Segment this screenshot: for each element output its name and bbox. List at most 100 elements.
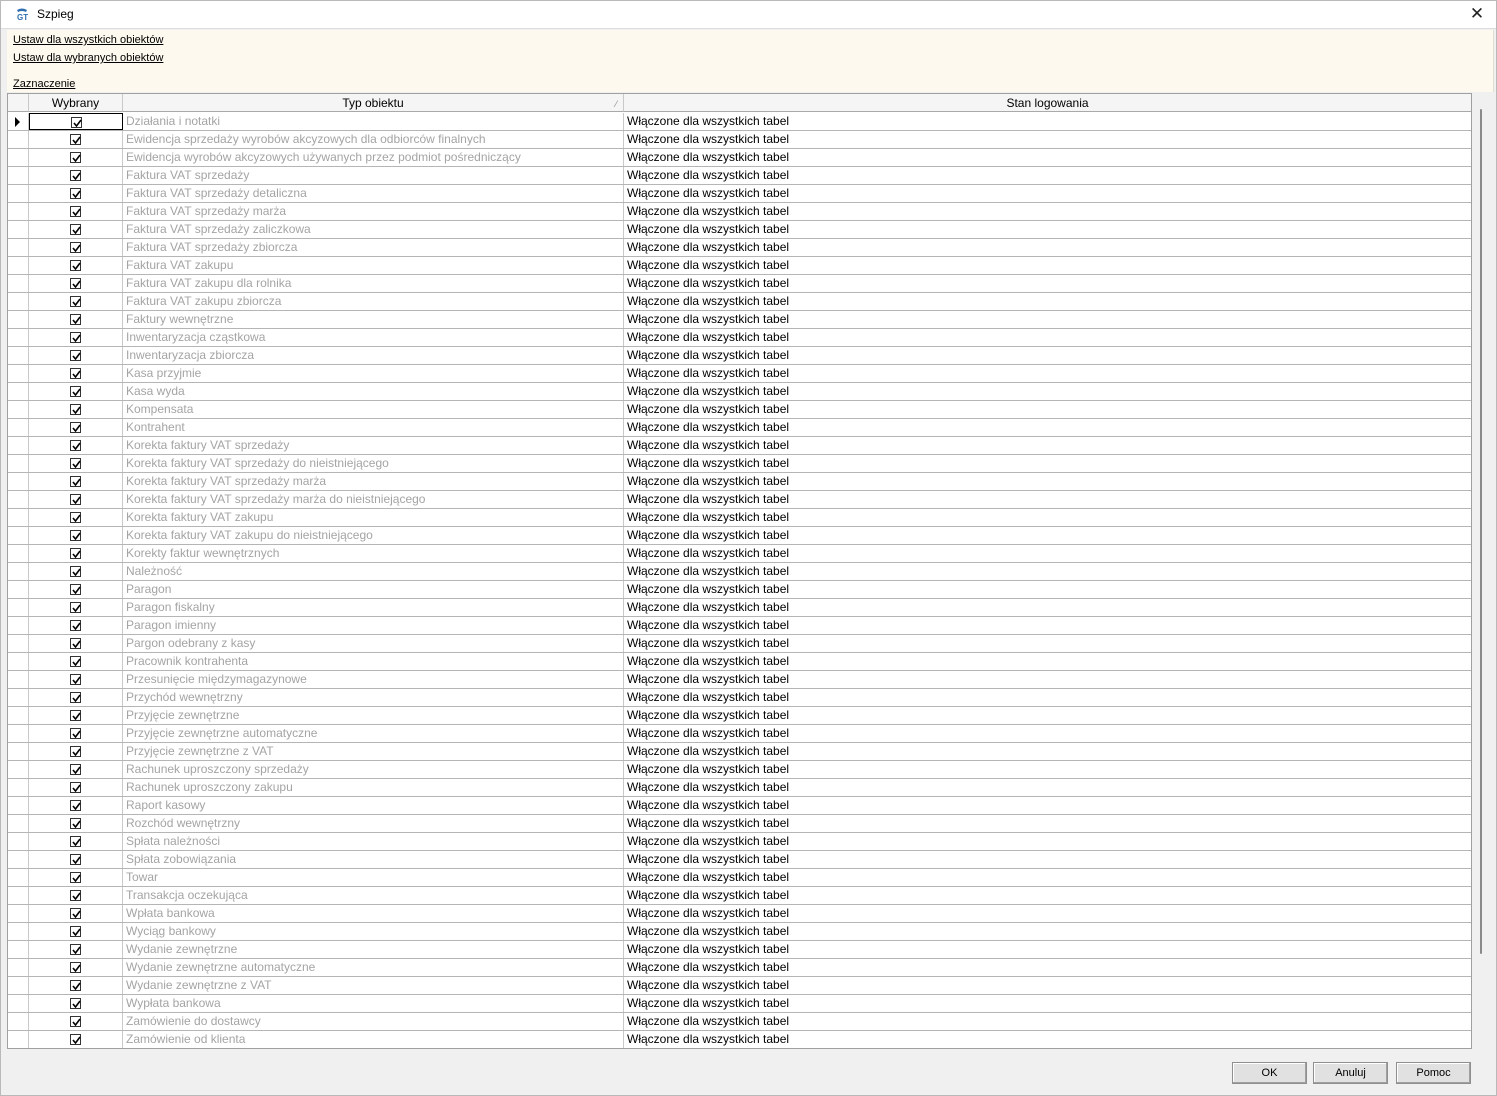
logging-status-cell[interactable]: Włączone dla wszystkich tabel xyxy=(624,473,1471,490)
selected-checkbox[interactable] xyxy=(70,746,81,757)
selected-checkbox[interactable] xyxy=(70,674,81,685)
selected-checkbox[interactable] xyxy=(70,350,81,361)
row-indicator[interactable] xyxy=(8,635,29,652)
table-row[interactable]: Rozchód wewnętrzny Włączone dla wszystkic… xyxy=(8,815,1471,833)
table-row[interactable]: Korekty faktur wewnętrznych Włączone dla … xyxy=(8,545,1471,563)
logging-status-cell[interactable]: Włączone dla wszystkich tabel xyxy=(624,689,1471,706)
logging-status-cell[interactable]: Włączone dla wszystkich tabel xyxy=(624,941,1471,958)
row-indicator[interactable] xyxy=(8,905,29,922)
logging-status-cell[interactable]: Włączone dla wszystkich tabel xyxy=(624,959,1471,976)
object-type-cell[interactable]: Faktura VAT sprzedaży xyxy=(123,167,624,184)
table-row[interactable]: Wypłata bankowa Włączone dla wszystkich t… xyxy=(8,995,1471,1013)
object-type-cell[interactable]: Przesunięcie międzymagazynowe xyxy=(123,671,624,688)
object-type-cell[interactable]: Korekta faktury VAT sprzedaży marża do n… xyxy=(123,491,624,508)
table-row[interactable]: Spłata należności Włączone dla wszystkich… xyxy=(8,833,1471,851)
row-indicator[interactable] xyxy=(8,653,29,670)
table-row[interactable]: Zamówienie od klienta Włączone dla wszyst… xyxy=(8,1031,1471,1048)
table-row[interactable]: Faktura VAT sprzedaży zbiorcza Włączone d… xyxy=(8,239,1471,257)
selected-checkbox[interactable] xyxy=(70,926,81,937)
column-header-type[interactable]: Typ obiektu ⁄ xyxy=(123,94,624,112)
row-indicator[interactable] xyxy=(8,725,29,742)
table-row[interactable]: Ewidencja sprzedaży wyrobów akcyzowych d… xyxy=(8,131,1471,149)
table-row[interactable]: Kasa wyda Włączone dla wszystkich tabel xyxy=(8,383,1471,401)
row-indicator[interactable] xyxy=(8,563,29,580)
selected-checkbox[interactable] xyxy=(70,944,81,955)
row-indicator[interactable] xyxy=(8,131,29,148)
table-row[interactable]: Kompensata Włączone dla wszystkich tabel xyxy=(8,401,1471,419)
row-indicator[interactable] xyxy=(8,167,29,184)
object-type-cell[interactable]: Wypłata bankowa xyxy=(123,995,624,1012)
logging-status-cell[interactable]: Włączone dla wszystkich tabel xyxy=(624,527,1471,544)
close-icon[interactable]: ✕ xyxy=(1464,3,1490,25)
selected-checkbox[interactable] xyxy=(70,908,81,919)
selected-checkbox[interactable] xyxy=(70,422,81,433)
ok-button[interactable]: OK xyxy=(1232,1062,1307,1084)
row-indicator[interactable] xyxy=(8,347,29,364)
logging-status-cell[interactable]: Włączone dla wszystkich tabel xyxy=(624,1031,1471,1048)
selected-checkbox[interactable] xyxy=(70,602,81,613)
row-indicator[interactable] xyxy=(8,437,29,454)
row-indicator[interactable] xyxy=(8,293,29,310)
row-indicator[interactable] xyxy=(8,833,29,850)
logging-status-cell[interactable]: Włączone dla wszystkich tabel xyxy=(624,185,1471,202)
selected-checkbox[interactable] xyxy=(70,386,81,397)
object-type-cell[interactable]: Faktura VAT zakupu zbiorcza xyxy=(123,293,624,310)
table-row[interactable]: Kontrahent Włączone dla wszystkich tabel xyxy=(8,419,1471,437)
table-row[interactable]: Pracownik kontrahenta Włączone dla wszyst… xyxy=(8,653,1471,671)
table-row[interactable]: Wydanie zewnętrzne z VAT Włączone dla wsz… xyxy=(8,977,1471,995)
object-type-cell[interactable]: Korekta faktury VAT sprzedaży marża xyxy=(123,473,624,490)
row-indicator[interactable] xyxy=(8,365,29,382)
selected-checkbox[interactable] xyxy=(70,512,81,523)
selected-checkbox[interactable] xyxy=(70,872,81,883)
row-indicator[interactable] xyxy=(8,671,29,688)
object-type-cell[interactable]: Faktura VAT sprzedaży marża xyxy=(123,203,624,220)
column-header-status[interactable]: Stan logowania xyxy=(624,94,1471,112)
selected-checkbox[interactable] xyxy=(70,404,81,415)
object-type-cell[interactable]: Rozchód wewnętrzny xyxy=(123,815,624,832)
row-indicator[interactable] xyxy=(8,599,29,616)
table-row[interactable]: Faktura VAT sprzedaży Włączone dla wszyst… xyxy=(8,167,1471,185)
table-row[interactable]: Faktury wewnętrzne Włączone dla wszystkic… xyxy=(8,311,1471,329)
logging-status-cell[interactable]: Włączone dla wszystkich tabel xyxy=(624,653,1471,670)
logging-status-cell[interactable]: Włączone dla wszystkich tabel xyxy=(624,203,1471,220)
logging-status-cell[interactable]: Włączone dla wszystkich tabel xyxy=(624,365,1471,382)
row-indicator[interactable] xyxy=(8,527,29,544)
row-indicator[interactable] xyxy=(8,149,29,166)
row-indicator[interactable] xyxy=(8,1031,29,1048)
logging-status-cell[interactable]: Włączone dla wszystkich tabel xyxy=(624,581,1471,598)
table-row[interactable]: Paragon fiskalny Włączone dla wszystkich … xyxy=(8,599,1471,617)
logging-status-cell[interactable]: Włączone dla wszystkich tabel xyxy=(624,131,1471,148)
row-indicator[interactable] xyxy=(8,473,29,490)
selected-checkbox[interactable] xyxy=(70,134,81,145)
row-indicator[interactable] xyxy=(8,959,29,976)
object-type-cell[interactable]: Faktura VAT sprzedaży zaliczkowa xyxy=(123,221,624,238)
row-indicator[interactable] xyxy=(8,581,29,598)
object-type-cell[interactable]: Korekty faktur wewnętrznych xyxy=(123,545,624,562)
logging-status-cell[interactable]: Włączone dla wszystkich tabel xyxy=(624,509,1471,526)
table-row[interactable]: Towar Włączone dla wszystkich tabel xyxy=(8,869,1471,887)
selected-checkbox[interactable] xyxy=(70,728,81,739)
row-indicator[interactable] xyxy=(8,419,29,436)
logging-status-cell[interactable]: Włączone dla wszystkich tabel xyxy=(624,833,1471,850)
logging-status-cell[interactable]: Włączone dla wszystkich tabel xyxy=(624,617,1471,634)
table-row[interactable]: Przyjęcie zewnętrzne z VAT Włączone dla w… xyxy=(8,743,1471,761)
logging-status-cell[interactable]: Włączone dla wszystkich tabel xyxy=(624,275,1471,292)
object-type-cell[interactable]: Wpłata bankowa xyxy=(123,905,624,922)
logging-status-cell[interactable]: Włączone dla wszystkich tabel xyxy=(624,671,1471,688)
object-type-cell[interactable]: Faktura VAT zakupu xyxy=(123,257,624,274)
logging-status-cell[interactable]: Włączone dla wszystkich tabel xyxy=(624,401,1471,418)
object-type-cell[interactable]: Paragon imienny xyxy=(123,617,624,634)
table-row[interactable]: Korekta faktury VAT sprzedaży marża Włącz… xyxy=(8,473,1471,491)
row-indicator[interactable] xyxy=(8,887,29,904)
object-type-cell[interactable]: Rachunek uproszczony sprzedaży xyxy=(123,761,624,778)
selected-checkbox[interactable] xyxy=(70,854,81,865)
logging-status-cell[interactable]: Włączone dla wszystkich tabel xyxy=(624,311,1471,328)
logging-status-cell[interactable]: Włączone dla wszystkich tabel xyxy=(624,797,1471,814)
selected-checkbox[interactable] xyxy=(70,278,81,289)
table-row[interactable]: Działania i notatki Włączone dla wszystki… xyxy=(8,113,1471,131)
object-type-cell[interactable]: Przyjęcie zewnętrzne automatyczne xyxy=(123,725,624,742)
row-indicator[interactable] xyxy=(8,275,29,292)
selected-checkbox[interactable] xyxy=(70,836,81,847)
set-all-link[interactable]: Ustaw dla wszystkich obiektów xyxy=(13,34,163,46)
object-type-cell[interactable]: Faktura VAT zakupu dla rolnika xyxy=(123,275,624,292)
